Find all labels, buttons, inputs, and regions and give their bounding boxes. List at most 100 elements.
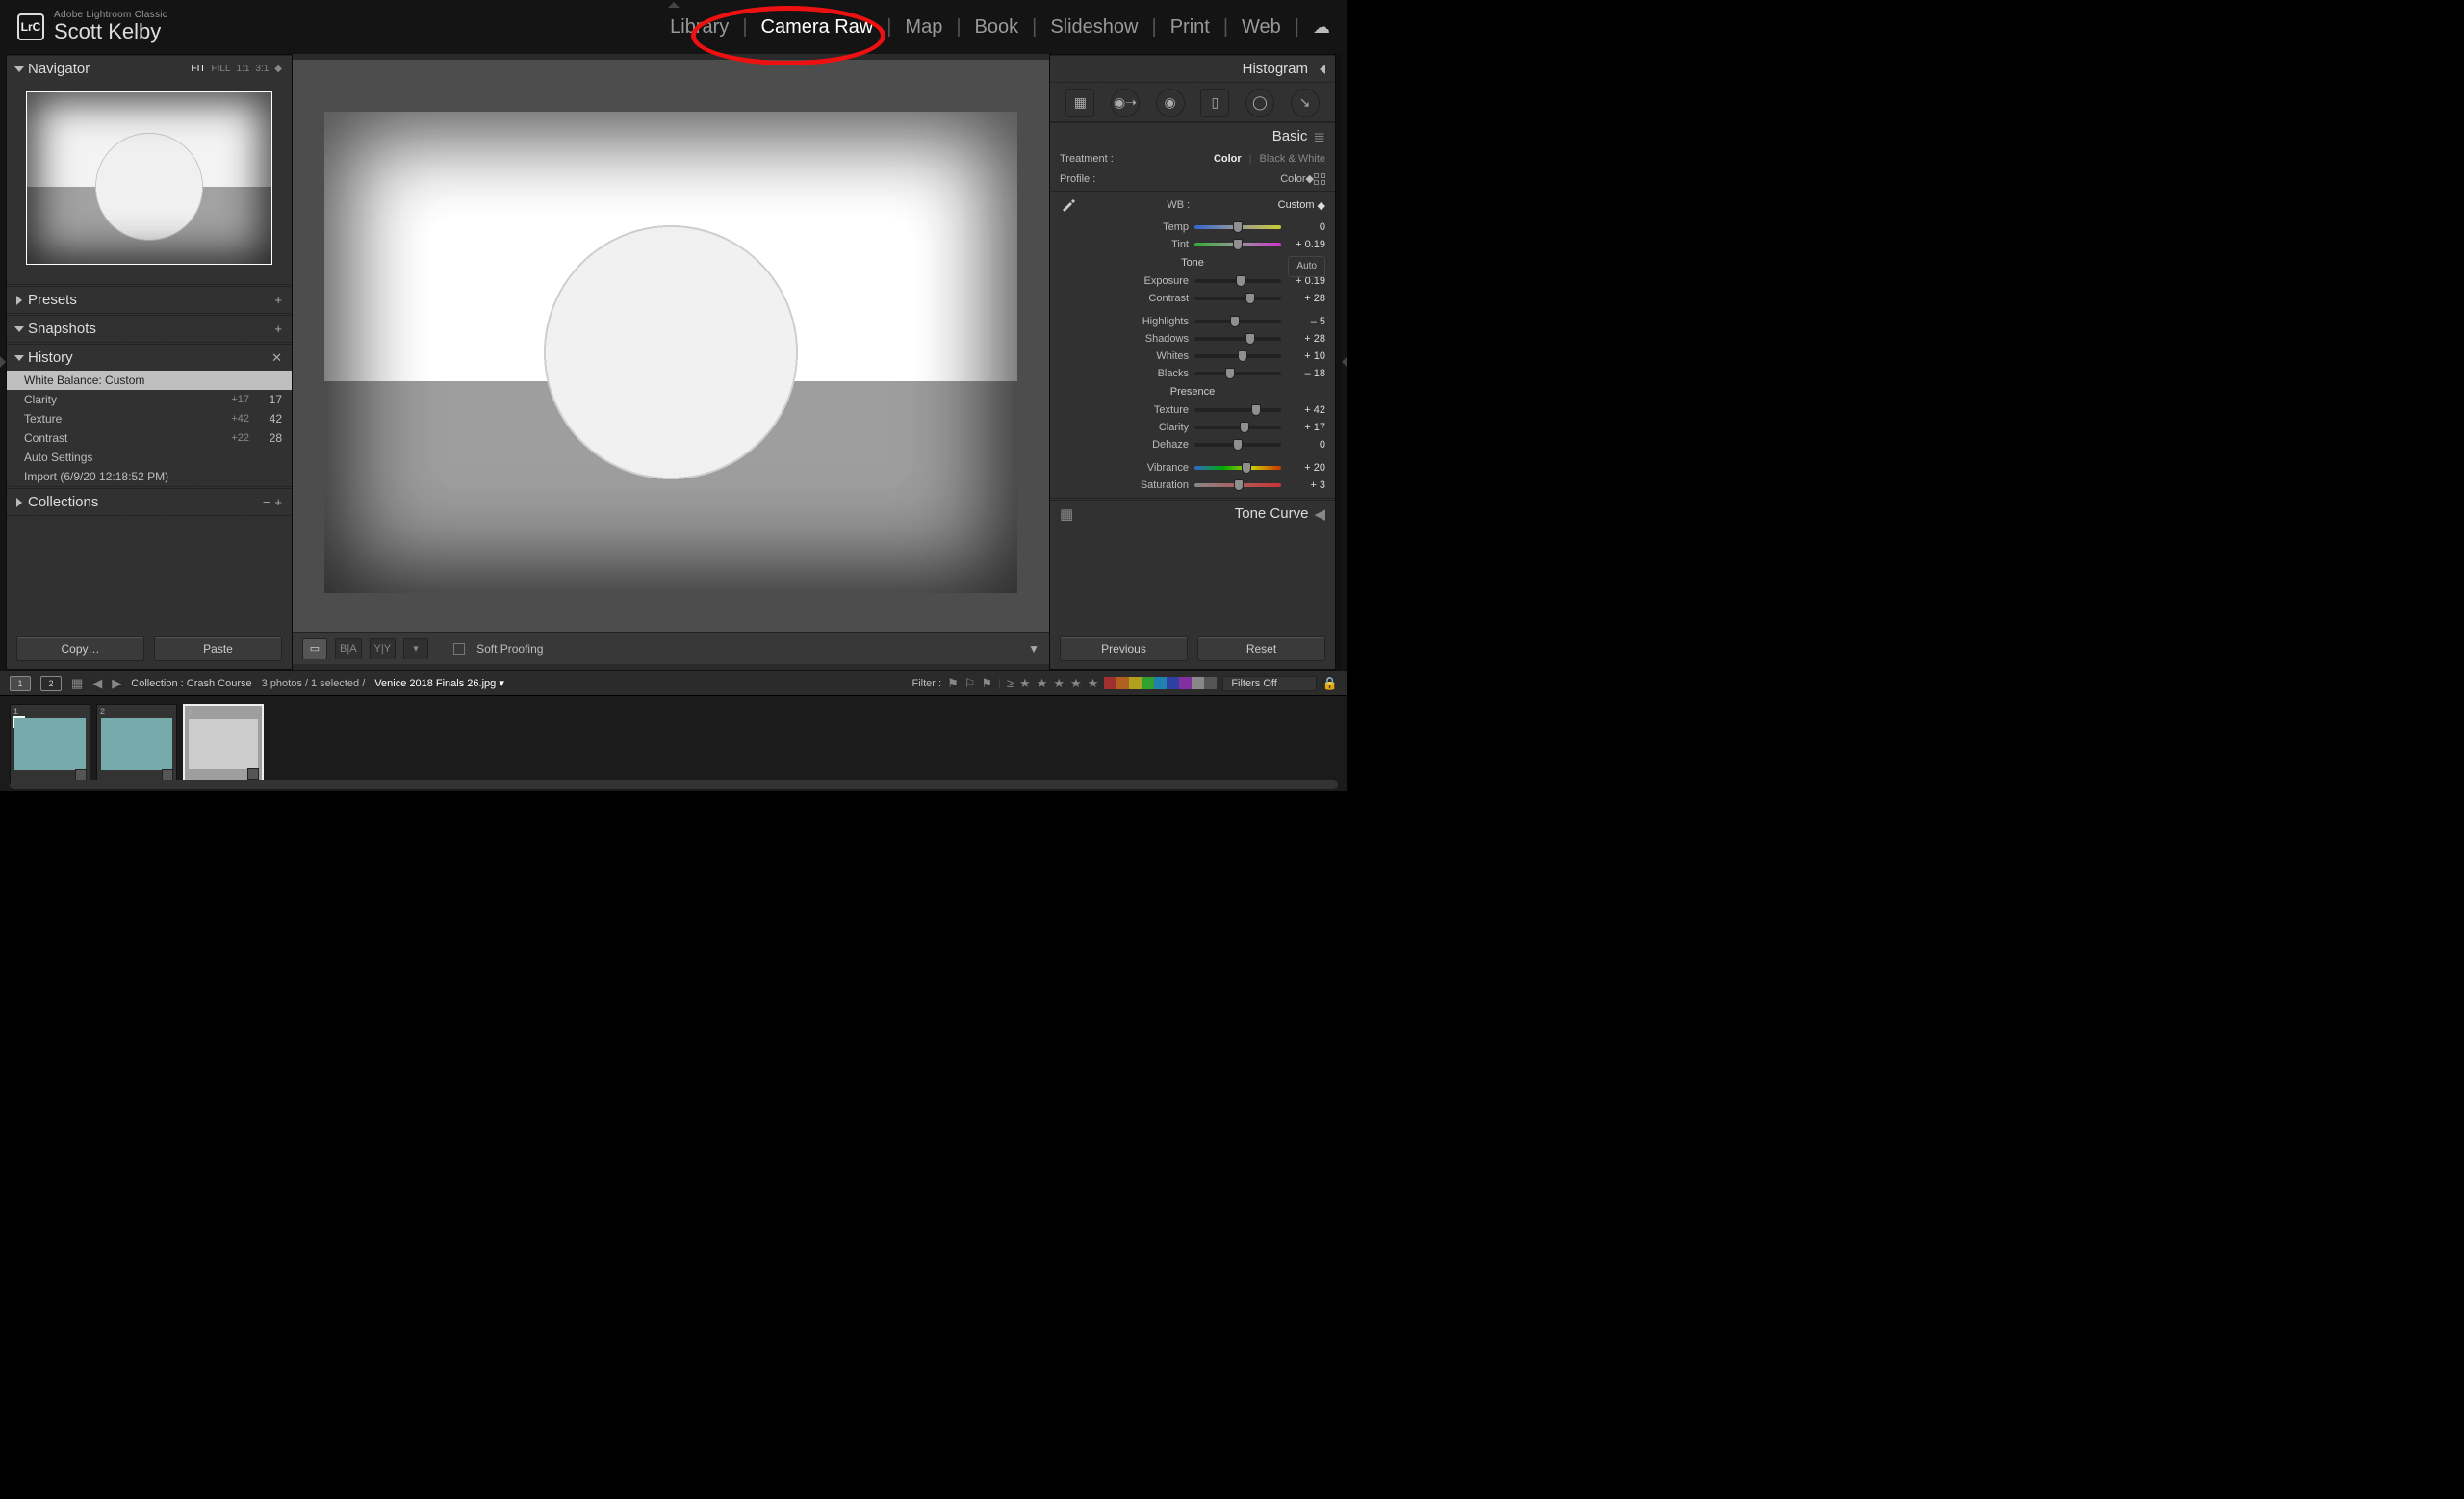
color-swatch[interactable] [1142,677,1154,689]
texture-value[interactable]: + 42 [1287,404,1325,416]
zoom-1-1[interactable]: 1:1 [236,64,249,74]
vibrance-value[interactable]: + 20 [1287,462,1325,474]
current-filename[interactable]: Venice 2018 Finals 26.jpg ▾ [374,677,504,689]
module-print[interactable]: Print [1170,16,1210,39]
contrast-slider[interactable] [1194,297,1281,300]
paste-button[interactable]: Paste [154,636,282,661]
zoom-menu-icon[interactable]: ◆ [274,64,282,74]
star-icon[interactable]: ★ [1037,676,1048,691]
wb-dropdown[interactable]: Custom◆ [1278,199,1325,212]
filename-menu-icon[interactable]: ▾ [499,678,504,689]
blacks-value[interactable]: – 18 [1287,368,1325,379]
monitor-1-button[interactable]: 1 [10,676,31,691]
auto-tone-button[interactable]: Auto [1288,256,1325,277]
histogram-header[interactable]: Histogram [1050,55,1335,82]
module-library[interactable]: Library [670,16,729,39]
filmstrip[interactable]: 1223 [0,695,1348,791]
star-icon[interactable]: ★ [1053,676,1065,691]
color-swatch[interactable] [1204,677,1217,689]
clear-history-icon[interactable]: ✕ [271,350,282,366]
whites-slider[interactable] [1194,354,1281,358]
add-snapshot-icon[interactable]: + [274,322,282,336]
panel-switch-icon[interactable]: ▦ [1060,505,1073,523]
star-icon[interactable]: ★ [1019,676,1031,691]
exposure-slider[interactable] [1194,279,1281,283]
tint-value[interactable]: + 0.19 [1287,239,1325,250]
blacks-slider[interactable] [1194,372,1281,375]
history-step[interactable]: Import (6/9/20 12:18:52 PM) [7,467,292,486]
zoom-fill[interactable]: FILL [211,64,230,74]
history-step[interactable]: Auto Settings [7,448,292,467]
filmstrip-thumb[interactable]: 2 [96,704,177,785]
saturation-value[interactable]: + 3 [1287,479,1325,491]
tint-slider[interactable] [1194,243,1281,246]
crop-tool-icon[interactable]: ▦ [1065,89,1094,117]
photo-preview[interactable] [324,112,1017,593]
right-panel-grip[interactable] [1342,54,1348,670]
color-swatch[interactable] [1179,677,1192,689]
loupe-view-icon[interactable]: ▭ [302,638,327,659]
clarity-value[interactable]: + 17 [1287,422,1325,433]
filter-preset-dropdown[interactable]: Filters Off [1222,676,1316,691]
zoom-3-1[interactable]: 3:1 [255,64,269,74]
monitor-2-button[interactable]: 2 [40,676,62,691]
star-icon[interactable]: ★ [1088,676,1099,691]
before-after-menu-icon[interactable]: ▾ [403,638,428,659]
flag-unflag-icon[interactable]: ⚐ [964,676,976,691]
module-book[interactable]: Book [975,16,1019,39]
redeye-tool-icon[interactable]: ◉ [1156,89,1185,117]
before-after-lr-icon[interactable]: B|A [335,638,362,659]
color-swatch[interactable] [1167,677,1179,689]
copy-button[interactable]: Copy… [16,636,144,661]
flag-pick-icon[interactable]: ⚑ [947,676,959,691]
toolbar-menu-icon[interactable]: ▼ [1028,642,1040,656]
saturation-slider[interactable] [1194,483,1281,487]
dehaze-value[interactable]: 0 [1287,439,1325,451]
navigator-header[interactable]: Navigator FIT FILL 1:1 3:1 ◆ [7,55,292,82]
history-header[interactable]: History ✕ [7,344,292,371]
clarity-slider[interactable] [1194,426,1281,429]
module-web[interactable]: Web [1242,16,1281,39]
profile-browser-icon[interactable] [1314,173,1325,185]
basic-header[interactable]: Basic ≣ [1050,122,1335,149]
navigator-preview[interactable] [26,91,272,265]
radial-filter-tool-icon[interactable]: ◯ [1245,89,1274,117]
module-slideshow[interactable]: Slideshow [1050,16,1138,39]
before-after-tb-icon[interactable]: Y|Y [370,638,397,659]
color-swatch[interactable] [1192,677,1204,689]
presets-header[interactable]: Presets + [7,286,292,313]
whites-value[interactable]: + 10 [1287,350,1325,362]
shadows-slider[interactable] [1194,337,1281,341]
filter-lock-icon[interactable]: 🔒 [1322,676,1338,691]
shadows-value[interactable]: + 28 [1287,333,1325,345]
module-camera-raw[interactable]: Camera Raw [761,16,874,39]
zoom-fit[interactable]: FIT [191,64,205,74]
star-icon[interactable]: ★ [1070,676,1082,691]
reset-button[interactable]: Reset [1197,636,1325,661]
temp-slider[interactable] [1194,225,1281,229]
snapshots-header[interactable]: Snapshots + [7,315,292,342]
grad-filter-tool-icon[interactable]: ▯ [1200,89,1229,117]
history-step[interactable]: Contrast+2228 [7,428,292,448]
filmstrip-thumb[interactable]: 12 [10,704,90,785]
nav-next-icon[interactable]: ▶ [112,676,121,691]
remove-collection-icon[interactable]: − [263,495,270,509]
texture-slider[interactable] [1194,408,1281,412]
contrast-value[interactable]: + 28 [1287,293,1325,304]
flag-reject-icon[interactable]: ⚑ [981,676,992,691]
treatment-bw[interactable]: Black & White [1260,153,1325,165]
filmstrip-thumb[interactable]: 3 [183,704,264,785]
tone-curve-header[interactable]: ▦ Tone Curve ◀ [1050,500,1335,527]
temp-value[interactable]: 0 [1287,221,1325,233]
add-collection-icon[interactable]: + [274,495,282,509]
profile-dropdown[interactable]: Color◆ [1280,172,1314,185]
history-step[interactable]: Texture+4242 [7,409,292,428]
panel-grip-top[interactable] [668,2,680,8]
module-map[interactable]: Map [905,16,942,39]
history-step[interactable]: White Balance: Custom [7,371,292,390]
color-swatch[interactable] [1116,677,1129,689]
color-swatch[interactable] [1129,677,1142,689]
nav-prev-icon[interactable]: ◀ [92,676,102,691]
color-label-filter[interactable] [1104,677,1217,689]
rating-comparator-icon[interactable]: ≥ [1007,676,1014,690]
